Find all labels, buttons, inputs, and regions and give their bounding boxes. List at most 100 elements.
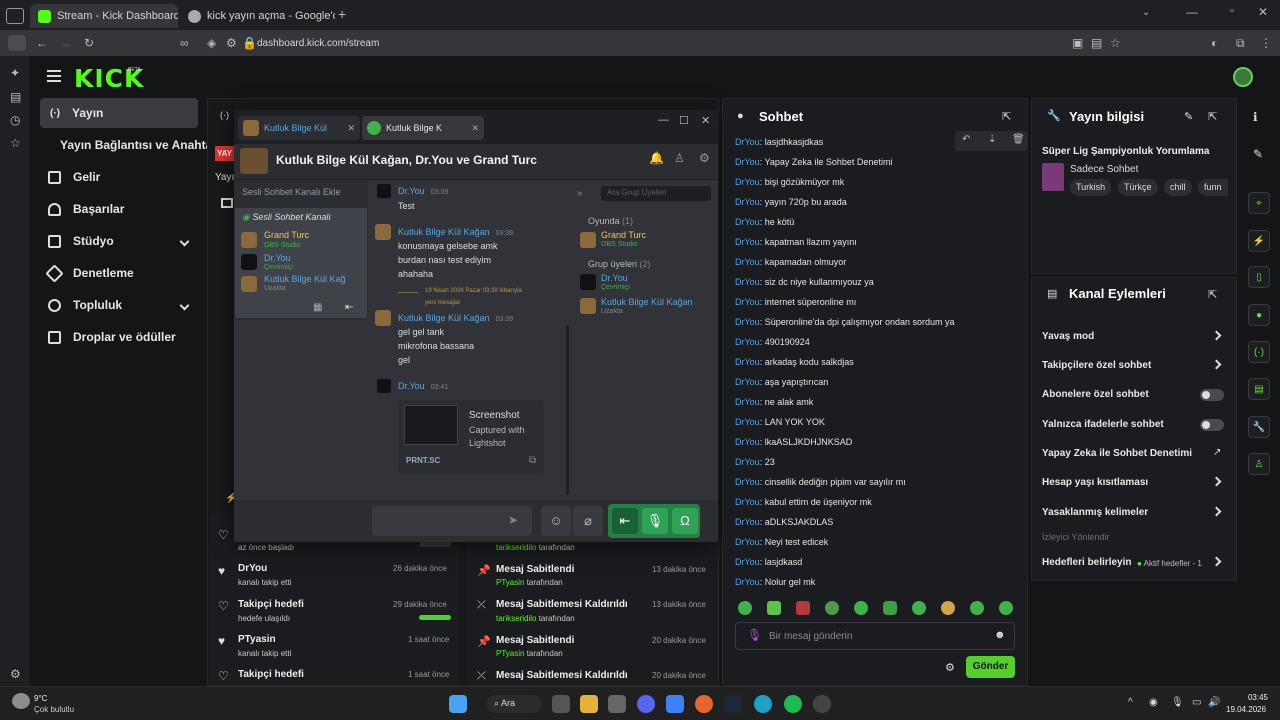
action-ai-moderation[interactable]: Yapay Zeka ile Sohbet Denetimi bbox=[1042, 448, 1192, 459]
discord-close-icon[interactable]: ✕ bbox=[701, 114, 710, 127]
sidebar-item-denetleme[interactable]: Denetleme bbox=[38, 258, 226, 288]
action-slow-mode[interactable]: Yavaş mod bbox=[1042, 331, 1094, 342]
ai-sparkle-icon[interactable]: ✦ bbox=[10, 66, 20, 80]
tray-app-icon[interactable]: ◉ bbox=[1149, 697, 1158, 708]
reader-icon[interactable]: ▤ bbox=[1091, 36, 1102, 50]
sidebar-item-basarilar[interactable]: Başarılar bbox=[38, 194, 226, 224]
tab-actions-icon[interactable] bbox=[6, 8, 24, 24]
tray-mic-icon[interactable]: 🎙 bbox=[1171, 697, 1184, 708]
chat-username[interactable]: DrYou bbox=[735, 437, 760, 447]
member-name[interactable]: Kutluk Bilge Kül Kağan bbox=[601, 297, 693, 307]
edge-icon[interactable] bbox=[754, 695, 772, 713]
action-followers-only[interactable]: Takipçilere özel sohbet bbox=[1042, 360, 1151, 371]
chat-username[interactable]: DrYou bbox=[735, 577, 760, 587]
member-name[interactable]: Dr.You bbox=[601, 273, 628, 283]
event-user[interactable]: PTyasin bbox=[496, 649, 524, 658]
store-icon[interactable] bbox=[608, 695, 626, 713]
tray-chevron-icon[interactable]: ^ bbox=[1128, 697, 1133, 708]
profile-sync-icon[interactable]: ◐ bbox=[1211, 36, 1218, 50]
rail-chat-icon[interactable]: ● bbox=[1248, 304, 1270, 326]
chat-message[interactable]: DrYou: 490190924 bbox=[735, 337, 810, 347]
sidebar-item-gelir[interactable]: Gelir bbox=[38, 162, 226, 192]
sidebar-item-topluluk[interactable]: Topluluk bbox=[38, 290, 198, 320]
voice-member-name[interactable]: Dr.You bbox=[264, 253, 291, 263]
discord-tab-2[interactable]: Kutluk Bilge K ✕ bbox=[362, 116, 484, 140]
chat-username[interactable]: DrYou bbox=[735, 237, 760, 247]
network-icon[interactable]: ▭ bbox=[1192, 697, 1201, 708]
reload-icon[interactable]: ↻ bbox=[84, 36, 94, 50]
popout-icon[interactable]: ⇱ bbox=[1002, 110, 1011, 123]
chat-username[interactable]: DrYou bbox=[735, 557, 760, 567]
headphones-icon[interactable]: Ω bbox=[672, 508, 698, 534]
sidebar-item-yayin[interactable]: (·) Yayın bbox=[40, 98, 198, 128]
back-icon[interactable]: ← bbox=[36, 36, 48, 50]
close-tab-icon[interactable]: ✕ bbox=[347, 123, 355, 134]
chat-message[interactable]: DrYou: aDLKSJAKDLAS bbox=[735, 517, 833, 527]
maximize-icon[interactable]: ▫ bbox=[1230, 5, 1234, 17]
add-member-icon[interactable]: ♙ bbox=[674, 151, 685, 165]
chat-username[interactable]: DrYou bbox=[735, 337, 760, 347]
chat-username[interactable]: DrYou bbox=[735, 417, 760, 427]
chat-username[interactable]: DrYou bbox=[735, 317, 760, 327]
task-view-icon[interactable] bbox=[552, 695, 570, 713]
bookmark-star-icon[interactable]: ☆ bbox=[1110, 36, 1121, 50]
emoji-icon[interactable]: ☺ bbox=[541, 506, 571, 536]
spotify-icon[interactable] bbox=[784, 695, 802, 713]
chat-username[interactable]: DrYou bbox=[735, 177, 760, 187]
menu-dots-icon[interactable]: ⋮ bbox=[1260, 36, 1272, 50]
messages-scrollbar[interactable] bbox=[566, 325, 569, 495]
info-icon[interactable]: ℹ bbox=[1253, 110, 1258, 124]
file-explorer-icon[interactable] bbox=[580, 695, 598, 713]
browser-tab-kick[interactable]: Stream - Kick Dashboard ✕ bbox=[30, 4, 178, 28]
chat-message[interactable]: DrYou: siz dc niye kullanmıyouz ya bbox=[735, 277, 874, 287]
chat-username[interactable]: DrYou bbox=[735, 197, 760, 207]
action-set-goals[interactable]: Hedefleri belirleyin bbox=[1042, 557, 1131, 568]
chat-username[interactable]: DrYou bbox=[735, 157, 760, 167]
emote-icon[interactable] bbox=[912, 601, 926, 615]
chat-username[interactable]: DrYou bbox=[735, 297, 760, 307]
clock-time[interactable]: 03:45 bbox=[1240, 693, 1268, 702]
popout-icon[interactable]: ⇱ bbox=[1208, 288, 1217, 301]
chat-username[interactable]: DrYou bbox=[735, 497, 760, 507]
emote-icon[interactable] bbox=[767, 601, 781, 615]
start-windows-icon[interactable] bbox=[449, 695, 467, 713]
notes-icon[interactable]: ▤ bbox=[10, 90, 21, 104]
edit-pencil-icon[interactable]: ✎ bbox=[1184, 110, 1193, 123]
extensions-icon[interactable]: ⧉ bbox=[1236, 36, 1245, 51]
site-info-icon[interactable]: ⚙ bbox=[226, 36, 237, 50]
message-author[interactable]: Kutluk Bilge Kül Kağan bbox=[398, 313, 490, 323]
chat-message[interactable]: DrYou: Neyi test edicek bbox=[735, 537, 828, 547]
copy-icon[interactable]: ⧉ bbox=[529, 455, 536, 466]
chat-message[interactable]: DrYou: ne alak amk bbox=[735, 397, 813, 407]
rail-bolt-icon[interactable]: ⚡ bbox=[1248, 230, 1270, 252]
chat-message[interactable]: DrYou: arkadaş kodu salkdjas bbox=[735, 357, 854, 367]
rail-broadcast-icon[interactable]: (·) bbox=[1248, 341, 1270, 363]
extensions-mask-icon[interactable]: ∞ bbox=[180, 36, 189, 50]
action-banned-words[interactable]: Yasaklanmış kelimeler bbox=[1042, 507, 1148, 518]
microphone-icon[interactable]: 🎙 bbox=[747, 628, 762, 642]
chat-username[interactable]: DrYou bbox=[735, 277, 760, 287]
edit-icon[interactable]: ✎ bbox=[1253, 147, 1263, 161]
emote-icon[interactable] bbox=[883, 601, 897, 615]
emote-icon[interactable] bbox=[999, 601, 1013, 615]
chat-message[interactable]: DrYou: Nolur gel mk bbox=[735, 577, 815, 587]
voice-member-name[interactable]: Grand Turc bbox=[264, 230, 309, 240]
obs-icon[interactable] bbox=[813, 695, 831, 713]
chat-message[interactable]: DrYou: internet süperonline mı bbox=[735, 297, 856, 307]
history-icon[interactable]: ◷ bbox=[10, 113, 20, 127]
emote-icon[interactable] bbox=[970, 601, 984, 615]
chat-username[interactable]: DrYou bbox=[735, 377, 760, 387]
tab-search-icon[interactable]: ⌄ bbox=[1142, 7, 1150, 18]
event-user[interactable]: tarikseridilo bbox=[496, 614, 536, 623]
user-avatar[interactable] bbox=[1233, 67, 1253, 87]
url-field[interactable]: dashboard.kick.com/stream bbox=[257, 38, 379, 49]
embed-site[interactable]: PRNT.SC bbox=[406, 456, 440, 465]
chat-message[interactable]: DrYou: kabul ettim de üşeniyor mk bbox=[735, 497, 872, 507]
chat-settings-icon[interactable]: ⚙ bbox=[945, 661, 955, 674]
emote-icon[interactable] bbox=[825, 601, 839, 615]
emote-picker-icon[interactable]: ☻ bbox=[994, 629, 1006, 641]
leave-call-icon[interactable]: ⇤ bbox=[345, 302, 353, 313]
rail-scan-icon[interactable]: ⌖ bbox=[1248, 192, 1270, 214]
message-author[interactable]: Dr.You bbox=[398, 186, 425, 196]
weather-temp[interactable]: 9°C bbox=[34, 694, 47, 703]
